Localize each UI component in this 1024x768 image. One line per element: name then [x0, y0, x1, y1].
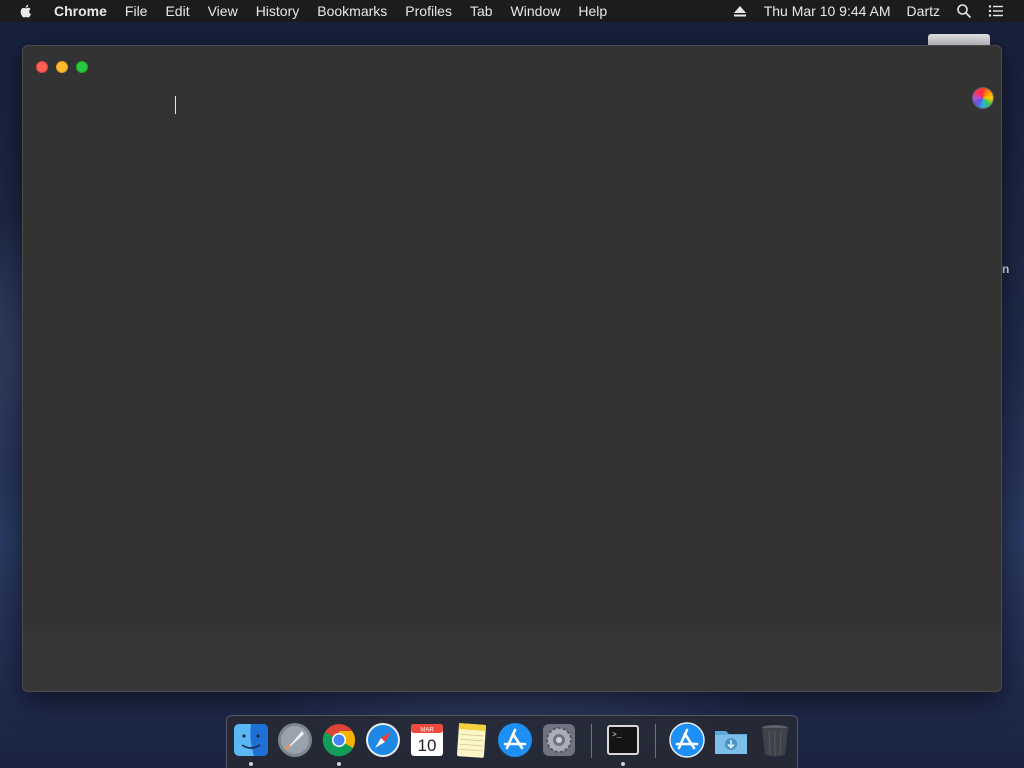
terminal-prompt: >_: [612, 731, 622, 740]
chrome-window: [22, 45, 1002, 692]
close-button[interactable]: [36, 61, 48, 73]
dock-separator: [591, 724, 592, 758]
menu-bookmarks[interactable]: Bookmarks: [308, 3, 396, 19]
menu-history[interactable]: History: [247, 3, 309, 19]
window-controls: [36, 61, 88, 73]
dock-calendar[interactable]: MAR 10: [408, 721, 446, 759]
menu-profiles[interactable]: Profiles: [396, 3, 461, 19]
downloads-folder-icon: [715, 731, 747, 754]
calendar-day: 10: [418, 736, 437, 755]
menu-bar: Chrome File Edit View History Bookmarks …: [0, 0, 1024, 22]
dock-launchpad[interactable]: [276, 721, 314, 759]
zoom-button[interactable]: [76, 61, 88, 73]
menu-window[interactable]: Window: [502, 3, 570, 19]
dock-downloads-folder[interactable]: [712, 721, 750, 759]
eject-icon[interactable]: [732, 3, 748, 19]
dock-app-store[interactable]: [496, 721, 534, 759]
minimize-button[interactable]: [56, 61, 68, 73]
menu-tab[interactable]: Tab: [461, 3, 502, 19]
calendar-month: MAR: [420, 728, 434, 734]
launchpad-icon: [278, 723, 312, 757]
color-wheel-icon[interactable]: [973, 88, 993, 108]
menu-view[interactable]: View: [199, 3, 247, 19]
menu-edit[interactable]: Edit: [156, 3, 198, 19]
dock-terminal[interactable]: >_: [604, 721, 642, 766]
running-indicator: [621, 762, 625, 766]
chrome-icon: [322, 724, 355, 757]
safari-icon: [366, 723, 400, 757]
app-store-icon: [498, 723, 532, 757]
calendar-icon: MAR 10: [411, 724, 443, 756]
system-preferences-icon: [543, 724, 575, 756]
trash-icon: [762, 725, 788, 757]
dock-chrome[interactable]: [320, 721, 358, 766]
dock-notes[interactable]: [452, 721, 490, 759]
menu-file[interactable]: File: [116, 3, 157, 19]
dock: MAR 10 >_: [226, 715, 798, 768]
dock-system-preferences[interactable]: [540, 721, 578, 759]
dock-finder[interactable]: [232, 721, 270, 766]
text-cursor: [175, 96, 176, 114]
apple-icon[interactable]: [18, 3, 34, 19]
notes-icon: [456, 723, 487, 758]
running-indicator: [249, 762, 253, 766]
dock-safari[interactable]: [364, 721, 402, 759]
menubar-clock[interactable]: Thu Mar 10 9:44 AM: [756, 3, 899, 19]
finder-icon: [234, 724, 268, 756]
notification-center-icon[interactable]: [988, 3, 1004, 19]
desktop-item-label: n: [1002, 262, 1010, 276]
running-indicator: [337, 762, 341, 766]
dock-separator: [655, 724, 656, 758]
dock-applications-folder[interactable]: [668, 721, 706, 759]
menubar-user[interactable]: Dartz: [899, 3, 948, 19]
applications-folder-icon: [669, 722, 705, 758]
menu-app-chrome[interactable]: Chrome: [54, 3, 116, 19]
window-bottom-area: [23, 631, 1001, 691]
spotlight-search-icon[interactable]: [956, 3, 972, 19]
terminal-icon: >_: [607, 725, 639, 755]
dock-trash[interactable]: [756, 721, 794, 759]
menu-help[interactable]: Help: [569, 3, 616, 19]
